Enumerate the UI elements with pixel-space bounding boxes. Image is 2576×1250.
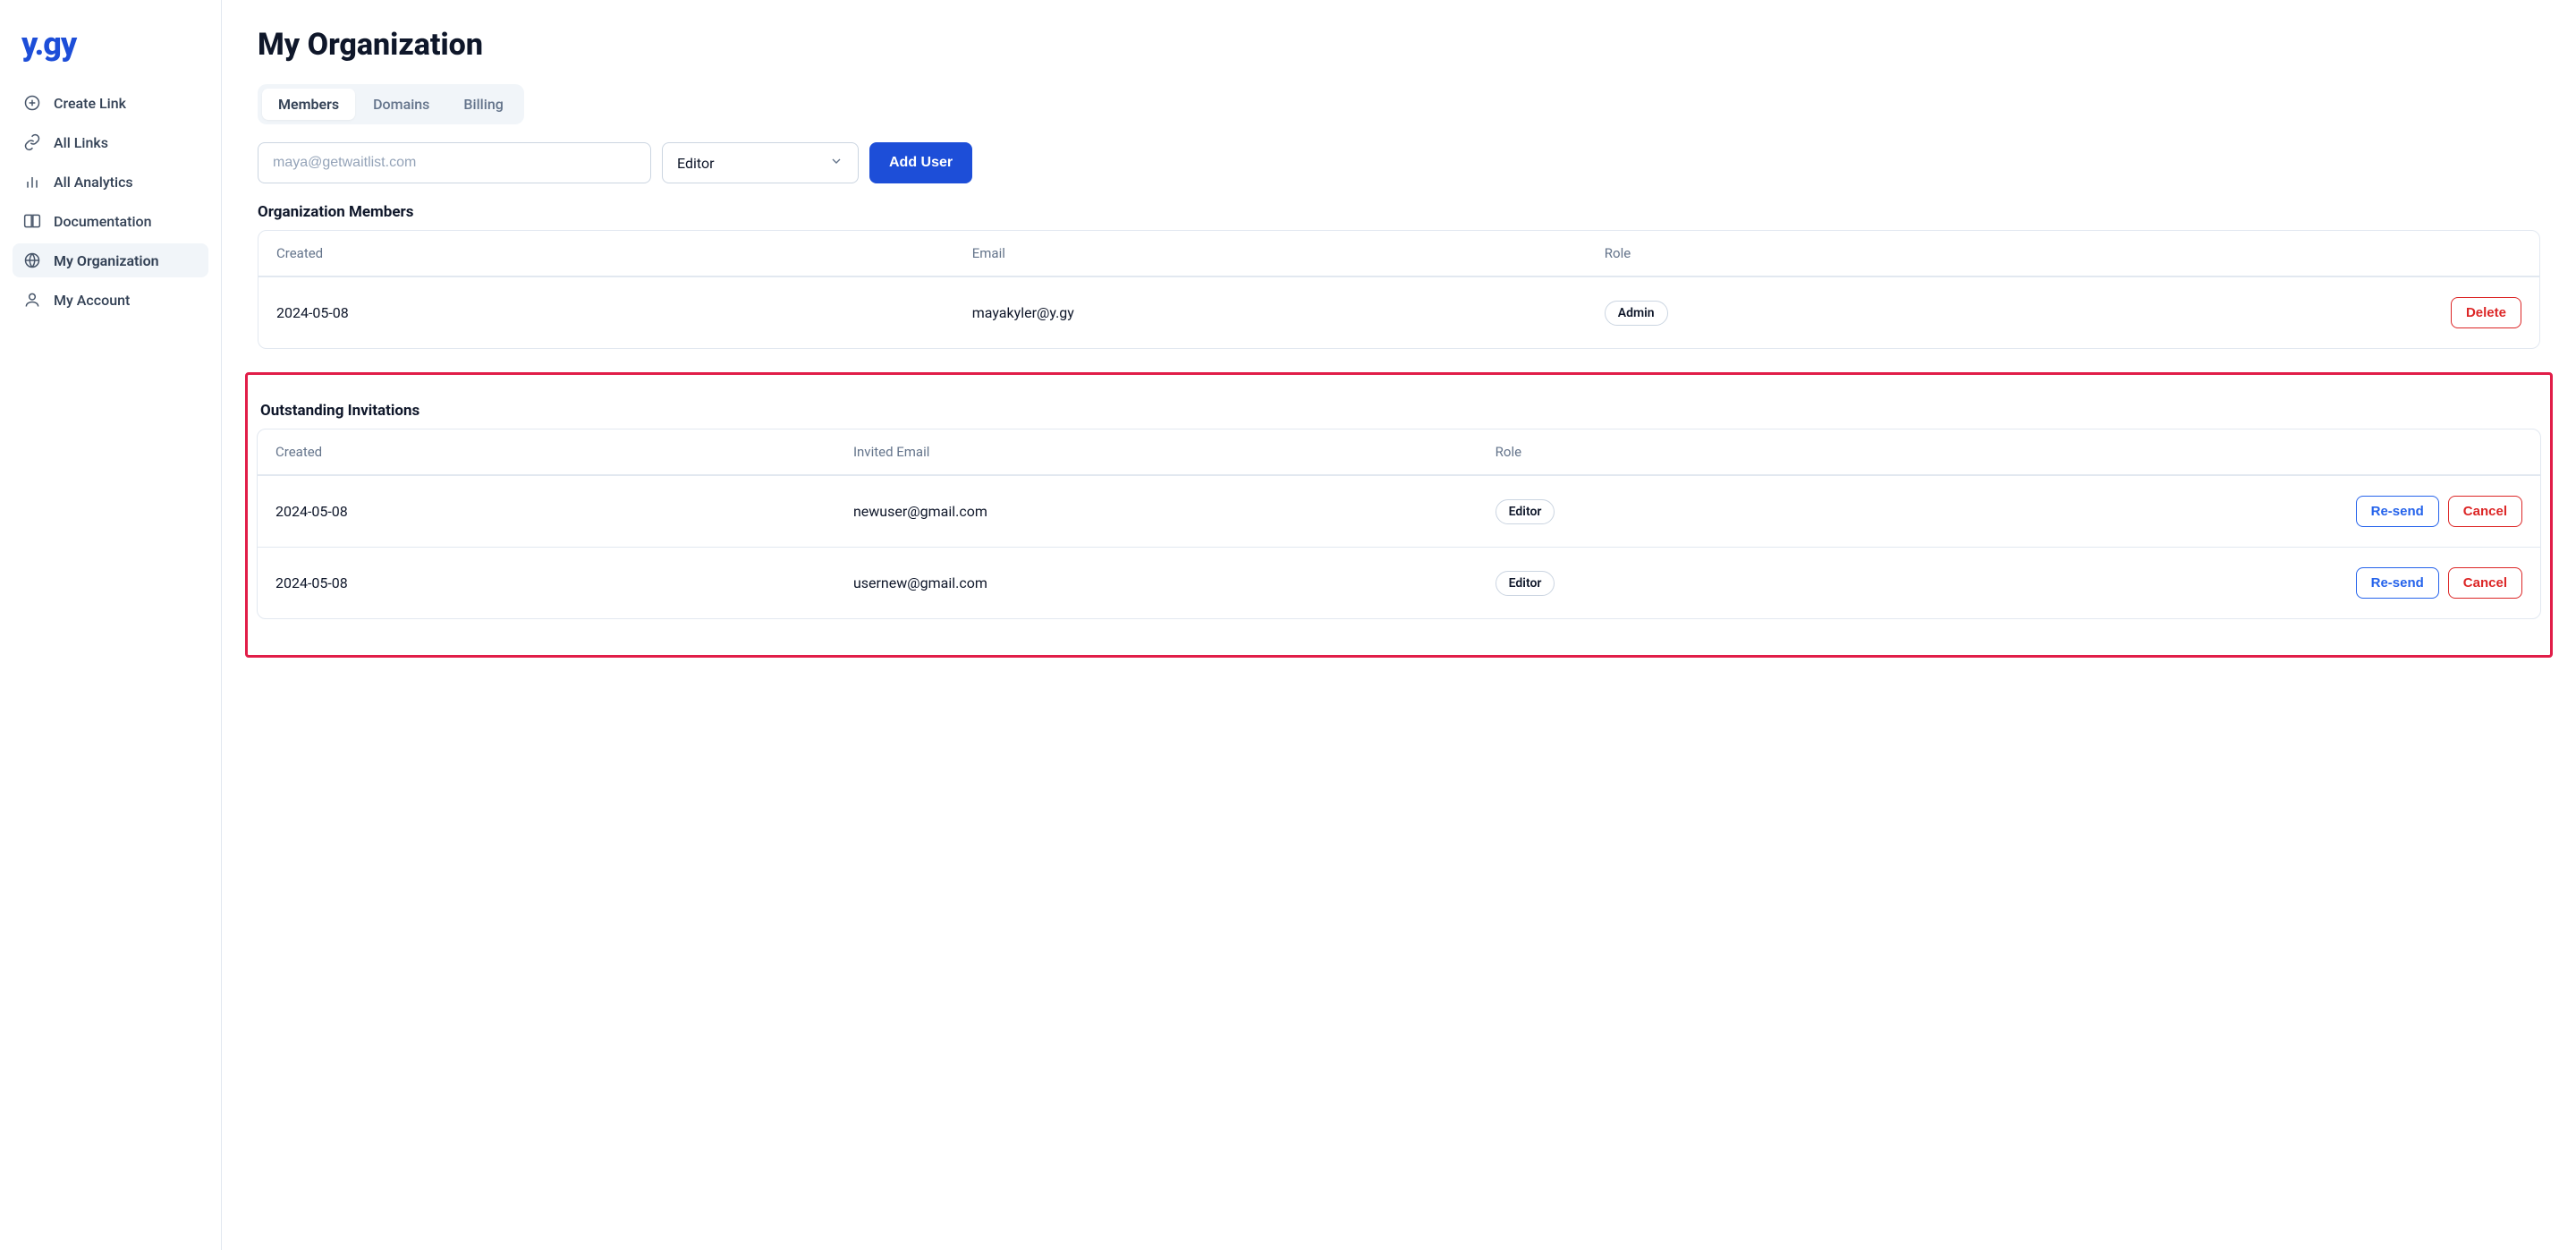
cancel-invite-button[interactable]: Cancel <box>2448 496 2522 527</box>
role-badge: Editor <box>1496 571 1555 596</box>
col-role: Role <box>1496 444 2138 460</box>
brand-logo[interactable]: y.gy <box>13 21 208 81</box>
main-content: My Organization Members Domains Billing … <box>222 0 2576 1250</box>
col-email: Email <box>972 245 1605 261</box>
sidebar: y.gy Create Link All Links All Analytics… <box>0 0 222 1250</box>
sidebar-item-my-account[interactable]: My Account <box>13 283 208 317</box>
table-row: 2024-05-08 usernew@gmail.com Editor Re-s… <box>258 547 2540 618</box>
table-row: 2024-05-08 mayakyler@y.gy Admin Delete <box>258 276 2539 348</box>
tab-billing[interactable]: Billing <box>447 89 519 120</box>
sidebar-item-label: All Analytics <box>54 174 133 191</box>
sidebar-item-documentation[interactable]: Documentation <box>13 204 208 238</box>
sidebar-item-label: Create Link <box>54 95 126 112</box>
col-invited-email: Invited Email <box>853 444 1496 460</box>
invite-role-select[interactable]: Editor <box>662 142 859 183</box>
cell-created: 2024-05-08 <box>276 304 972 321</box>
invite-email-input[interactable] <box>258 142 651 183</box>
cell-created: 2024-05-08 <box>275 574 853 591</box>
delete-member-button[interactable]: Delete <box>2451 297 2521 328</box>
role-select-value: Editor <box>677 155 714 172</box>
bar-chart-icon <box>23 173 41 191</box>
invites-table: Created Invited Email Role 2024-05-08 ne… <box>257 429 2541 619</box>
invites-table-header: Created Invited Email Role <box>258 429 2540 475</box>
members-table: Created Email Role 2024-05-08 mayakyler@… <box>258 230 2540 349</box>
outstanding-invitations-highlight: Outstanding Invitations Created Invited … <box>245 372 2553 658</box>
resend-invite-button[interactable]: Re-send <box>2356 496 2439 527</box>
invites-section-title: Outstanding Invitations <box>257 402 2541 420</box>
col-created: Created <box>276 245 972 261</box>
add-user-form: Editor Add User <box>258 142 2540 183</box>
sidebar-item-label: My Account <box>54 292 130 309</box>
table-row: 2024-05-08 newuser@gmail.com Editor Re-s… <box>258 475 2540 547</box>
tabs: Members Domains Billing <box>258 84 524 124</box>
tab-domains[interactable]: Domains <box>357 89 445 120</box>
sidebar-item-label: Documentation <box>54 213 152 230</box>
cell-email: newuser@gmail.com <box>853 503 1496 520</box>
role-badge: Admin <box>1605 301 1668 326</box>
globe-icon <box>23 251 41 269</box>
chevron-down-icon <box>829 154 843 172</box>
cell-email: mayakyler@y.gy <box>972 304 1605 321</box>
role-badge: Editor <box>1496 499 1555 524</box>
sidebar-item-all-links[interactable]: All Links <box>13 125 208 159</box>
cell-created: 2024-05-08 <box>275 503 853 520</box>
user-icon <box>23 291 41 309</box>
col-created: Created <box>275 444 853 460</box>
link-icon <box>23 133 41 151</box>
sidebar-item-label: All Links <box>54 134 108 151</box>
cell-email: usernew@gmail.com <box>853 574 1496 591</box>
add-user-button[interactable]: Add User <box>869 142 972 183</box>
members-table-header: Created Email Role <box>258 231 2539 276</box>
resend-invite-button[interactable]: Re-send <box>2356 567 2439 599</box>
tab-members[interactable]: Members <box>262 89 355 120</box>
cancel-invite-button[interactable]: Cancel <box>2448 567 2522 599</box>
book-icon <box>23 212 41 230</box>
page-title: My Organization <box>258 27 2540 63</box>
sidebar-item-create-link[interactable]: Create Link <box>13 86 208 120</box>
members-section-title: Organization Members <box>258 203 2540 221</box>
sidebar-item-my-organization[interactable]: My Organization <box>13 243 208 277</box>
col-role: Role <box>1605 245 2237 261</box>
sidebar-item-all-analytics[interactable]: All Analytics <box>13 165 208 199</box>
plus-circle-icon <box>23 94 41 112</box>
sidebar-item-label: My Organization <box>54 252 159 269</box>
